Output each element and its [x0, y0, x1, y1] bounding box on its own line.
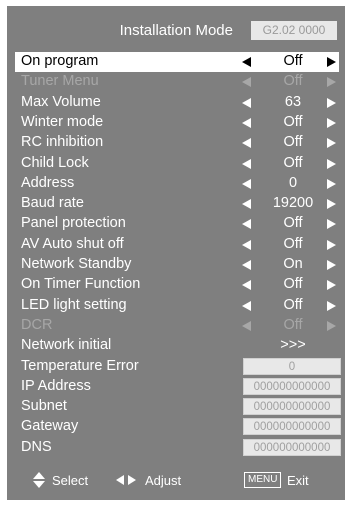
menu-item-label: Panel protection: [21, 215, 126, 232]
menu-item-led-light-setting[interactable]: LED light setting Off: [15, 296, 339, 316]
decrease-arrow-icon[interactable]: [242, 280, 251, 291]
increase-arrow-icon: [327, 77, 336, 88]
menu-item-label: LED light setting: [21, 296, 127, 313]
decrease-arrow-icon: [242, 320, 251, 331]
increase-arrow-icon[interactable]: [327, 219, 336, 230]
field-label: Gateway: [21, 418, 79, 435]
increase-arrow-icon[interactable]: [327, 260, 336, 270]
menu-item-av-auto-shut-off[interactable]: AV Auto shut off Off: [15, 235, 339, 255]
menu-item-value: Off: [283, 215, 303, 232]
menu-key-icon: MENU: [244, 472, 282, 488]
increase-arrow-icon[interactable]: [327, 57, 336, 67]
decrease-arrow-icon[interactable]: [242, 199, 251, 210]
enter-submenu-indicator: >>>: [280, 337, 306, 354]
menu-item-value: Off: [283, 316, 303, 333]
menu-item-on-timer-function[interactable]: On Timer Function Off: [15, 275, 339, 295]
decrease-arrow-icon[interactable]: [242, 300, 251, 311]
menu-item-label: Max Volume: [21, 93, 101, 110]
footer-hints: Select Adjust MENU Exit: [7, 466, 345, 496]
exit-hint-label: Exit: [287, 473, 309, 488]
menu-item-label: On program: [21, 53, 99, 69]
field-row-subnet[interactable]: Subnet 000000000000: [15, 397, 341, 417]
menu-item-dcr: DCR Off: [15, 316, 339, 336]
decrease-arrow-icon[interactable]: [242, 219, 251, 230]
up-down-arrows-icon: [33, 472, 45, 488]
menu-item-label: Winter mode: [21, 113, 104, 130]
menu-item-value: Off: [283, 134, 303, 151]
menu-item-on-program[interactable]: On program Off: [15, 52, 339, 72]
menu-item-value: Off: [283, 296, 303, 313]
subnet-field[interactable]: 000000000000: [243, 398, 341, 416]
increase-arrow-icon[interactable]: [327, 158, 336, 169]
gateway-field[interactable]: 000000000000: [243, 418, 341, 436]
increase-arrow-icon[interactable]: [327, 97, 336, 108]
menu-item-value: 19200: [272, 195, 314, 212]
menu-item-value: Off: [283, 73, 303, 90]
menu-item-baud-rate[interactable]: Baud rate 19200: [15, 194, 339, 214]
field-label: IP Address: [21, 377, 91, 394]
menu-item-network-initial[interactable]: Network initial >>>: [15, 336, 339, 356]
increase-arrow-icon[interactable]: [327, 280, 336, 291]
menu-item-panel-protection[interactable]: Panel protection Off: [15, 214, 339, 234]
menu-item-max-volume[interactable]: Max Volume 63: [15, 93, 339, 113]
menu-item-label: Address: [21, 174, 75, 191]
menu-item-label: Network initial: [21, 337, 112, 354]
decrease-arrow-icon[interactable]: [242, 138, 251, 149]
field-row-dns[interactable]: DNS 000000000000: [15, 438, 341, 458]
field-label: Subnet: [21, 398, 67, 415]
increase-arrow-icon: [327, 320, 336, 331]
decrease-arrow-icon: [242, 77, 251, 88]
field-row-ip-address[interactable]: IP Address 000000000000: [15, 377, 341, 397]
menu-item-address[interactable]: Address 0: [15, 174, 339, 194]
menu-item-label: DCR: [21, 316, 53, 333]
menu-item-rc-inhibition[interactable]: RC inhibition Off: [15, 133, 339, 153]
version-box: G2.02 0000: [251, 21, 337, 40]
decrease-arrow-icon[interactable]: [242, 57, 251, 67]
dns-field[interactable]: 000000000000: [243, 438, 341, 456]
ip-address-field[interactable]: 000000000000: [243, 377, 341, 395]
menu-item-label: On Timer Function: [21, 276, 141, 293]
temperature-error-field[interactable]: 0: [243, 357, 341, 375]
menu-item-tuner-menu: Tuner Menu Off: [15, 72, 339, 92]
menu-item-value: Off: [283, 154, 303, 171]
field-row-gateway[interactable]: Gateway 000000000000: [15, 417, 341, 437]
menu-item-value: On: [283, 256, 303, 272]
header: Installation Mode G2.02 0000: [7, 6, 345, 48]
decrease-arrow-icon[interactable]: [242, 239, 251, 250]
menu-item-label: Tuner Menu: [21, 73, 99, 90]
field-row-temperature-error[interactable]: Temperature Error 0: [15, 357, 341, 377]
decrease-arrow-icon[interactable]: [242, 260, 251, 270]
increase-arrow-icon[interactable]: [327, 300, 336, 311]
field-label: Temperature Error: [21, 357, 139, 374]
increase-arrow-icon[interactable]: [327, 117, 336, 128]
increase-arrow-icon[interactable]: [327, 178, 336, 189]
installation-mode-panel: Installation Mode G2.02 0000 On program O…: [7, 6, 345, 500]
decrease-arrow-icon[interactable]: [242, 117, 251, 128]
decrease-arrow-icon[interactable]: [242, 97, 251, 108]
menu-item-value: Off: [283, 276, 303, 293]
decrease-arrow-icon[interactable]: [242, 158, 251, 169]
page-title: Installation Mode: [119, 22, 233, 39]
menu-item-value: Off: [283, 113, 303, 130]
menu-item-label: Baud rate: [21, 195, 84, 212]
menu-item-value: 63: [284, 93, 302, 110]
select-hint-label: Select: [52, 473, 89, 488]
menu-item-child-lock[interactable]: Child Lock Off: [15, 154, 339, 174]
increase-arrow-icon[interactable]: [327, 199, 336, 210]
menu-item-label: AV Auto shut off: [21, 235, 124, 252]
adjust-hint-label: Adjust: [145, 473, 182, 488]
left-right-arrows-icon: [116, 475, 138, 485]
menu-item-network-standby[interactable]: Network Standby On: [15, 255, 339, 275]
decrease-arrow-icon[interactable]: [242, 178, 251, 189]
increase-arrow-icon[interactable]: [327, 239, 336, 250]
menu-item-label: Network Standby: [21, 256, 132, 272]
menu-item-label: Child Lock: [21, 154, 89, 171]
increase-arrow-icon[interactable]: [327, 138, 336, 149]
field-label: DNS: [21, 438, 52, 455]
menu-item-value: Off: [283, 53, 303, 69]
menu-item-value: Off: [283, 235, 303, 252]
menu-item-value: 0: [288, 174, 298, 191]
menu-item-label: RC inhibition: [21, 134, 104, 151]
menu-item-winter-mode[interactable]: Winter mode Off: [15, 113, 339, 133]
